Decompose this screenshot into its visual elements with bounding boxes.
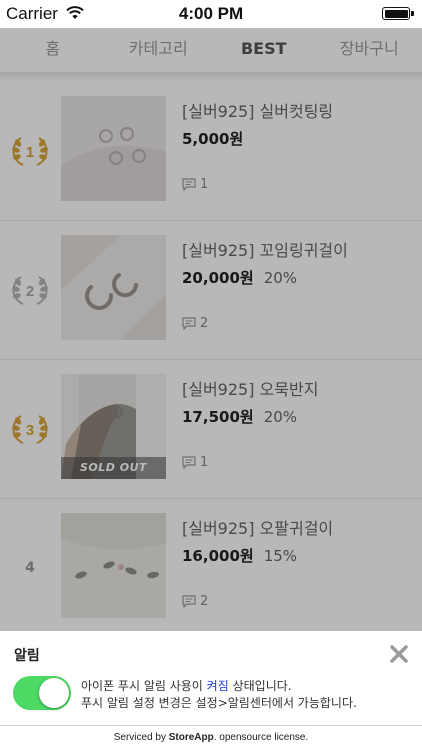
divider xyxy=(0,725,422,726)
dim-overlay[interactable] xyxy=(0,28,422,631)
push-toggle-switch[interactable] xyxy=(13,676,71,710)
push-settings-hint: 푸시 알림 설정 변경은 설정>알림센터에서 가능합니다. xyxy=(81,696,357,710)
push-alert-panel: 알림 아이폰 푸시 알림 사용이 켜짐 상태입니다. 푸시 알림 설정 변경은 … xyxy=(0,631,422,750)
close-icon[interactable] xyxy=(386,641,412,667)
storeapp-link[interactable]: StoreApp xyxy=(169,732,214,743)
clock: 4:00 PM xyxy=(178,4,244,23)
push-status-text: 아이폰 푸시 알림 사용이 켜짐 상태입니다. xyxy=(81,679,292,693)
status-bar: Carrier 4:00 PM xyxy=(0,0,422,28)
battery-icon xyxy=(382,7,414,20)
footer-credit: Serviced by StoreApp. opensource license… xyxy=(113,732,309,743)
push-status-value: 켜짐 xyxy=(206,679,229,693)
alert-title: 알림 xyxy=(14,648,40,664)
